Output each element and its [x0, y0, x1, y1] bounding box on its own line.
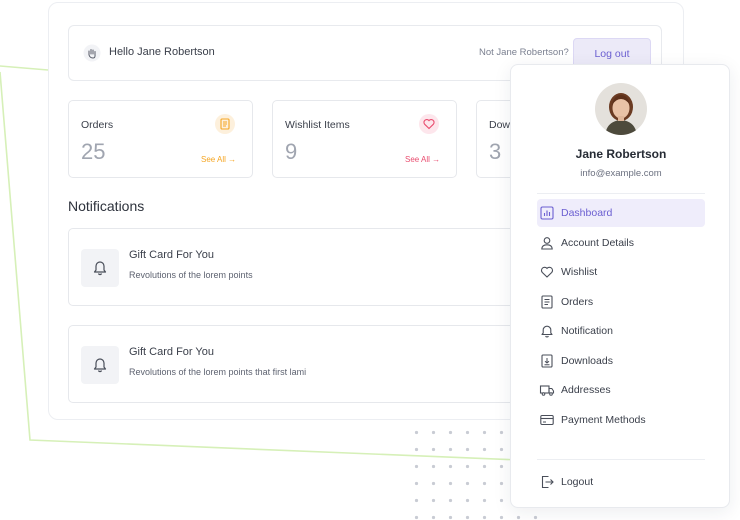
notification-title: Gift Card For You	[129, 346, 214, 358]
card-icon	[540, 414, 554, 426]
menu-item-notification[interactable]: Notification	[537, 317, 705, 345]
logout-icon	[541, 475, 554, 489]
list-icon	[215, 114, 235, 134]
not-user-text[interactable]: Not Jane Robertson?	[479, 47, 569, 58]
menu-item-dashboard[interactable]: Dashboard	[537, 199, 705, 227]
bell-icon	[81, 249, 119, 287]
menu-item-label: Account Details	[561, 237, 634, 249]
menu-item-label: Addresses	[561, 384, 611, 396]
bell-icon	[81, 346, 119, 384]
truck-icon	[539, 385, 555, 396]
menu-item-label: Dashboard	[561, 207, 613, 219]
notification-text: Revolutions of the lorem points	[129, 270, 253, 280]
profile-name: Jane Robertson	[575, 147, 667, 161]
menu-item-label: Downloads	[561, 355, 613, 367]
menu-item-payment-methods[interactable]: Payment Methods	[537, 406, 705, 434]
document-icon	[541, 295, 553, 309]
bell-icon	[541, 325, 553, 338]
menu-item-label: Orders	[561, 296, 594, 308]
stat-card-orders[interactable]: Orders 25 See All →	[68, 100, 253, 178]
heart-icon	[540, 266, 554, 278]
profile-email: info@example.com	[580, 168, 662, 179]
menu-item-orders[interactable]: Orders	[537, 288, 705, 316]
notification-text: Revolutions of the lorem points that fir…	[129, 367, 307, 377]
avatar	[595, 83, 647, 135]
menu-item-label: Notification	[561, 325, 613, 337]
notification-title: Gift Card For You	[129, 249, 214, 261]
waving-hand-icon	[83, 44, 101, 62]
stat-value: 25	[81, 139, 106, 164]
menu-item-account-details[interactable]: Account Details	[537, 229, 705, 257]
menu-item-downloads[interactable]: Downloads	[537, 347, 705, 375]
divider	[537, 193, 705, 194]
menu-item-label: Payment Methods	[561, 414, 646, 426]
menu-item-wishlist[interactable]: Wishlist	[537, 258, 705, 286]
profile-menu-panel: Jane Robertson info@example.com Dashboar…	[510, 64, 730, 508]
divider	[537, 459, 705, 460]
logout-label: Logout	[561, 476, 594, 488]
logout-menu-item[interactable]: Logout	[537, 468, 705, 496]
stat-value: 9	[285, 139, 298, 164]
menu-item-addresses[interactable]: Addresses	[537, 376, 705, 404]
greeting-text: Hello Jane Robertson	[109, 46, 215, 58]
stat-card-wishlist[interactable]: Wishlist Items 9 See All →	[272, 100, 457, 178]
chart-icon	[540, 206, 554, 220]
stat-label: Dow	[489, 119, 511, 131]
see-all-link[interactable]: See All →	[201, 155, 236, 164]
see-all-link[interactable]: See All →	[405, 155, 440, 164]
download-icon	[541, 354, 553, 368]
notifications-heading: Notifications	[68, 198, 145, 214]
stat-value: 3	[489, 139, 502, 164]
user-icon	[541, 237, 553, 250]
stat-label: Wishlist Items	[285, 119, 350, 131]
heart-icon	[419, 114, 439, 134]
menu-item-label: Wishlist	[561, 266, 598, 278]
stat-label: Orders	[81, 119, 114, 131]
